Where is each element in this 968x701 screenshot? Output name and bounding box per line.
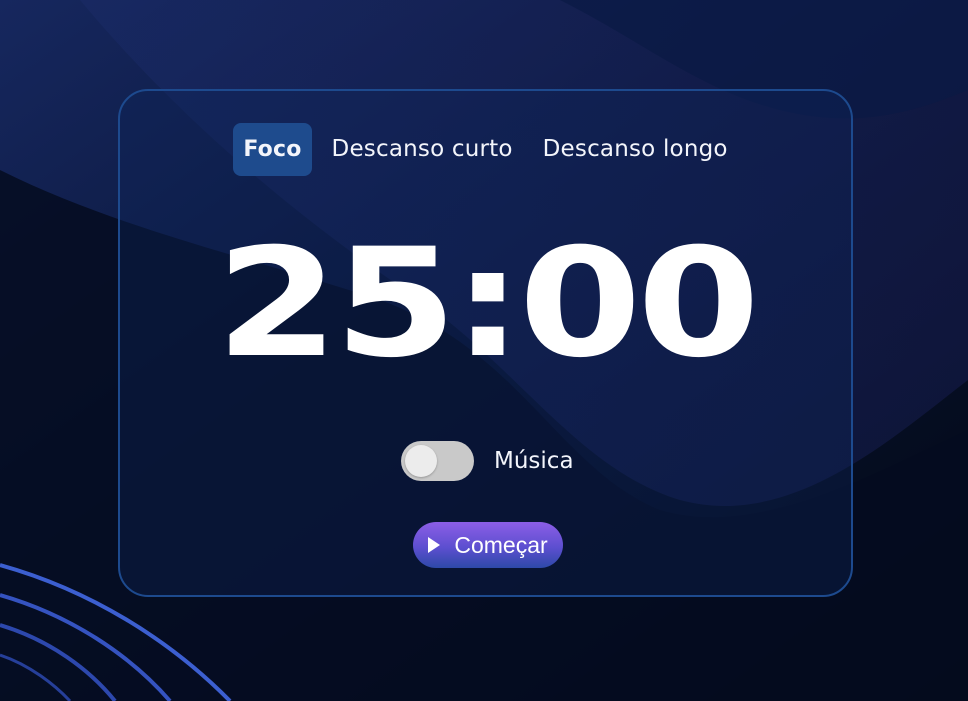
music-label: Música — [494, 448, 574, 474]
toggle-knob — [405, 445, 437, 477]
timer-display: 25:00 — [215, 217, 761, 391]
play-icon — [428, 537, 441, 553]
music-toggle[interactable] — [401, 441, 474, 481]
tab-short-break[interactable]: Descanso curto — [322, 123, 523, 176]
music-toggle-row: Música — [401, 441, 574, 481]
start-button[interactable]: Começar — [413, 522, 563, 568]
mode-tabs: Foco Descanso curto Descanso longo — [120, 122, 851, 176]
pomodoro-page: Foco Descanso curto Descanso longo 25:00… — [0, 0, 968, 701]
start-button-label: Começar — [454, 531, 548, 558]
tab-focus[interactable]: Foco — [233, 122, 312, 176]
tab-long-break[interactable]: Descanso longo — [533, 123, 738, 176]
timer-card: Foco Descanso curto Descanso longo 25:00… — [118, 89, 853, 597]
